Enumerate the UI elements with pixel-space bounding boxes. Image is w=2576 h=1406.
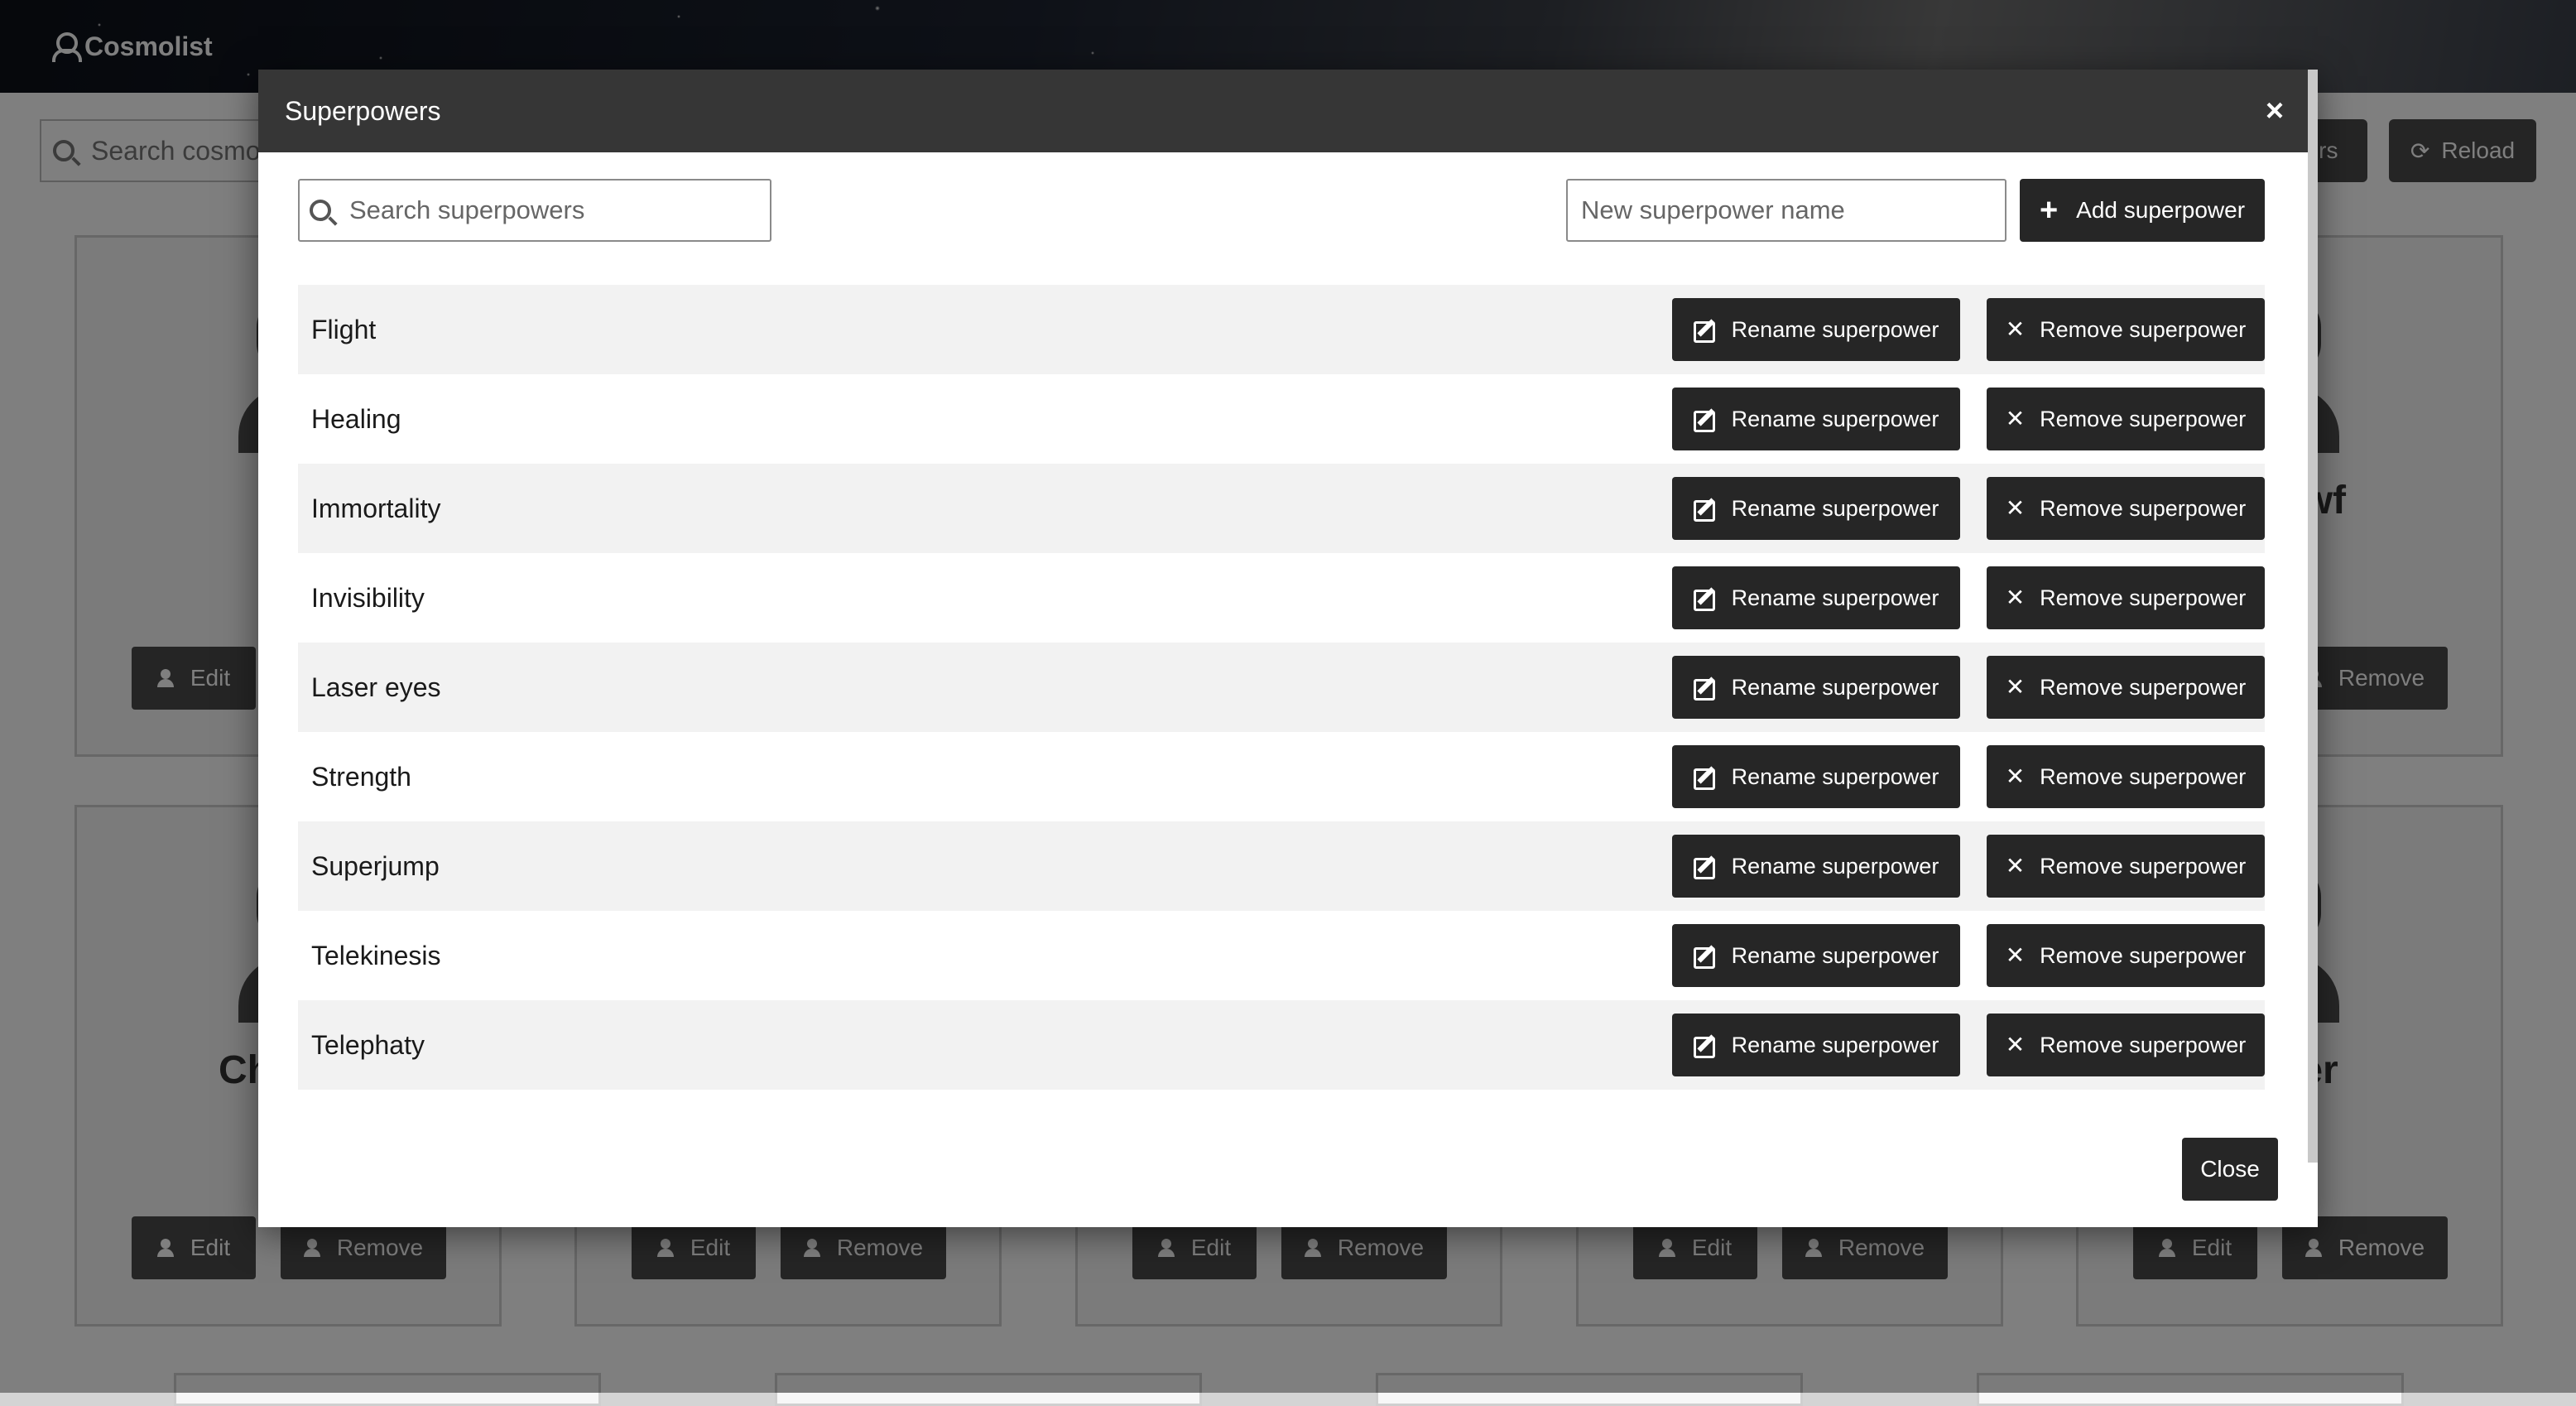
rename-superpower-button[interactable]: Rename superpower: [1672, 566, 1960, 629]
superpower-name: Telekinesis: [311, 941, 441, 971]
remove-superpower-label: Remove superpower: [2040, 585, 2246, 611]
plus-icon: +: [2040, 195, 2058, 226]
rename-superpower-label: Rename superpower: [1732, 764, 1939, 790]
times-icon: ✕: [2006, 1033, 2025, 1057]
superpowers-modal: Superpowers × + Add superpower Flight Ren…: [258, 70, 2318, 1227]
remove-superpower-button[interactable]: ✕ Remove superpower: [1987, 835, 2265, 898]
remove-superpower-label: Remove superpower: [2040, 496, 2246, 522]
edit-icon: [1694, 855, 1717, 878]
rename-superpower-button[interactable]: Rename superpower: [1672, 477, 1960, 540]
new-superpower-input[interactable]: [1581, 195, 2005, 225]
remove-superpower-button[interactable]: ✕ Remove superpower: [1987, 656, 2265, 719]
rename-superpower-label: Rename superpower: [1732, 943, 1939, 969]
remove-superpower-label: Remove superpower: [2040, 407, 2246, 432]
superpower-name: Invisibility: [311, 583, 425, 614]
times-icon: ✕: [2006, 855, 2025, 878]
times-icon: ✕: [2006, 944, 2025, 967]
rename-superpower-label: Rename superpower: [1732, 854, 1939, 879]
rename-superpower-button[interactable]: Rename superpower: [1672, 298, 1960, 361]
superpower-name: Healing: [311, 404, 401, 435]
superpower-row: Telephaty Rename superpower ✕ Remove superp…: [298, 1000, 2265, 1090]
remove-superpower-label: Remove superpower: [2040, 943, 2246, 969]
remove-superpower-button[interactable]: ✕ Remove superpower: [1987, 745, 2265, 808]
superpower-search-input[interactable]: [349, 195, 770, 225]
superpower-name: Superjump: [311, 851, 440, 882]
add-superpower-label: Add superpower: [2076, 197, 2245, 224]
remove-superpower-button[interactable]: ✕ Remove superpower: [1987, 388, 2265, 450]
superpower-row: Healing Rename superpower ✕ Remove superpow…: [298, 374, 2265, 464]
rename-superpower-label: Rename superpower: [1732, 585, 1939, 611]
edit-icon: [1694, 497, 1717, 520]
edit-icon: [1694, 1033, 1717, 1057]
rename-superpower-button[interactable]: Rename superpower: [1672, 1014, 1960, 1076]
superpower-row: Telekinesis Rename superpower ✕ Remove supe…: [298, 911, 2265, 1000]
edit-icon: [1694, 944, 1717, 967]
edit-icon: [1694, 407, 1717, 431]
superpower-row: Flight Rename superpower ✕ Remove superpowe…: [298, 285, 2265, 374]
remove-superpower-label: Remove superpower: [2040, 764, 2246, 790]
rename-superpower-button[interactable]: Rename superpower: [1672, 924, 1960, 987]
superpower-name: Flight: [311, 315, 376, 345]
remove-superpower-label: Remove superpower: [2040, 675, 2246, 701]
edit-icon: [1694, 318, 1717, 341]
add-superpower-button[interactable]: + Add superpower: [2020, 179, 2265, 242]
rename-superpower-label: Rename superpower: [1732, 675, 1939, 701]
remove-superpower-button[interactable]: ✕ Remove superpower: [1987, 566, 2265, 629]
remove-superpower-label: Remove superpower: [2040, 854, 2246, 879]
superpower-name: Immortality: [311, 494, 440, 524]
remove-superpower-button[interactable]: ✕ Remove superpower: [1987, 477, 2265, 540]
edit-icon: [1694, 586, 1717, 609]
superpower-name: Strength: [311, 762, 411, 792]
remove-superpower-button[interactable]: ✕ Remove superpower: [1987, 924, 2265, 987]
superpower-search-field[interactable]: [298, 179, 771, 242]
modal-scrollbar[interactable]: [2308, 70, 2318, 1163]
superpower-row: Invisibility Rename superpower ✕ Remove sup…: [298, 553, 2265, 643]
superpower-toolbar: + Add superpower: [298, 152, 2278, 285]
modal-title: Superpowers: [285, 96, 441, 127]
rename-superpower-label: Rename superpower: [1732, 496, 1939, 522]
close-button[interactable]: Close: [2182, 1138, 2278, 1201]
times-icon: ✕: [2006, 765, 2025, 788]
search-icon: [310, 200, 331, 221]
remove-superpower-button[interactable]: ✕ Remove superpower: [1987, 1014, 2265, 1076]
times-icon: ✕: [2006, 586, 2025, 609]
superpower-row: Strength Rename superpower ✕ Remove superpo…: [298, 732, 2265, 821]
rename-superpower-button[interactable]: Rename superpower: [1672, 745, 1960, 808]
modal-header: Superpowers ×: [258, 70, 2318, 152]
times-icon: ✕: [2006, 318, 2025, 341]
edit-icon: [1694, 765, 1717, 788]
remove-superpower-label: Remove superpower: [2040, 1033, 2246, 1058]
superpower-name: Telephaty: [311, 1030, 425, 1061]
rename-superpower-label: Rename superpower: [1732, 1033, 1939, 1058]
rename-superpower-button[interactable]: Rename superpower: [1672, 656, 1960, 719]
times-icon: ✕: [2006, 407, 2025, 431]
times-icon: ✕: [2006, 497, 2025, 520]
superpower-name: Laser eyes: [311, 672, 441, 703]
superpower-list: Flight Rename superpower ✕ Remove superpowe…: [298, 285, 2265, 1090]
new-superpower-field[interactable]: [1566, 179, 2006, 242]
remove-superpower-button[interactable]: ✕ Remove superpower: [1987, 298, 2265, 361]
rename-superpower-label: Rename superpower: [1732, 317, 1939, 343]
superpower-row: Immortality Rename superpower ✕ Remove supe…: [298, 464, 2265, 553]
superpower-row: Laser eyes Rename superpower ✕ Remove super…: [298, 643, 2265, 732]
superpower-row: Superjump Rename superpower ✕ Remove superp…: [298, 821, 2265, 911]
close-icon[interactable]: ×: [2258, 94, 2291, 129]
remove-superpower-label: Remove superpower: [2040, 317, 2246, 343]
edit-icon: [1694, 676, 1717, 699]
rename-superpower-button[interactable]: Rename superpower: [1672, 835, 1960, 898]
rename-superpower-label: Rename superpower: [1732, 407, 1939, 432]
rename-superpower-button[interactable]: Rename superpower: [1672, 388, 1960, 450]
times-icon: ✕: [2006, 676, 2025, 699]
modal-body: + Add superpower Flight Rename superpower…: [298, 152, 2278, 1090]
